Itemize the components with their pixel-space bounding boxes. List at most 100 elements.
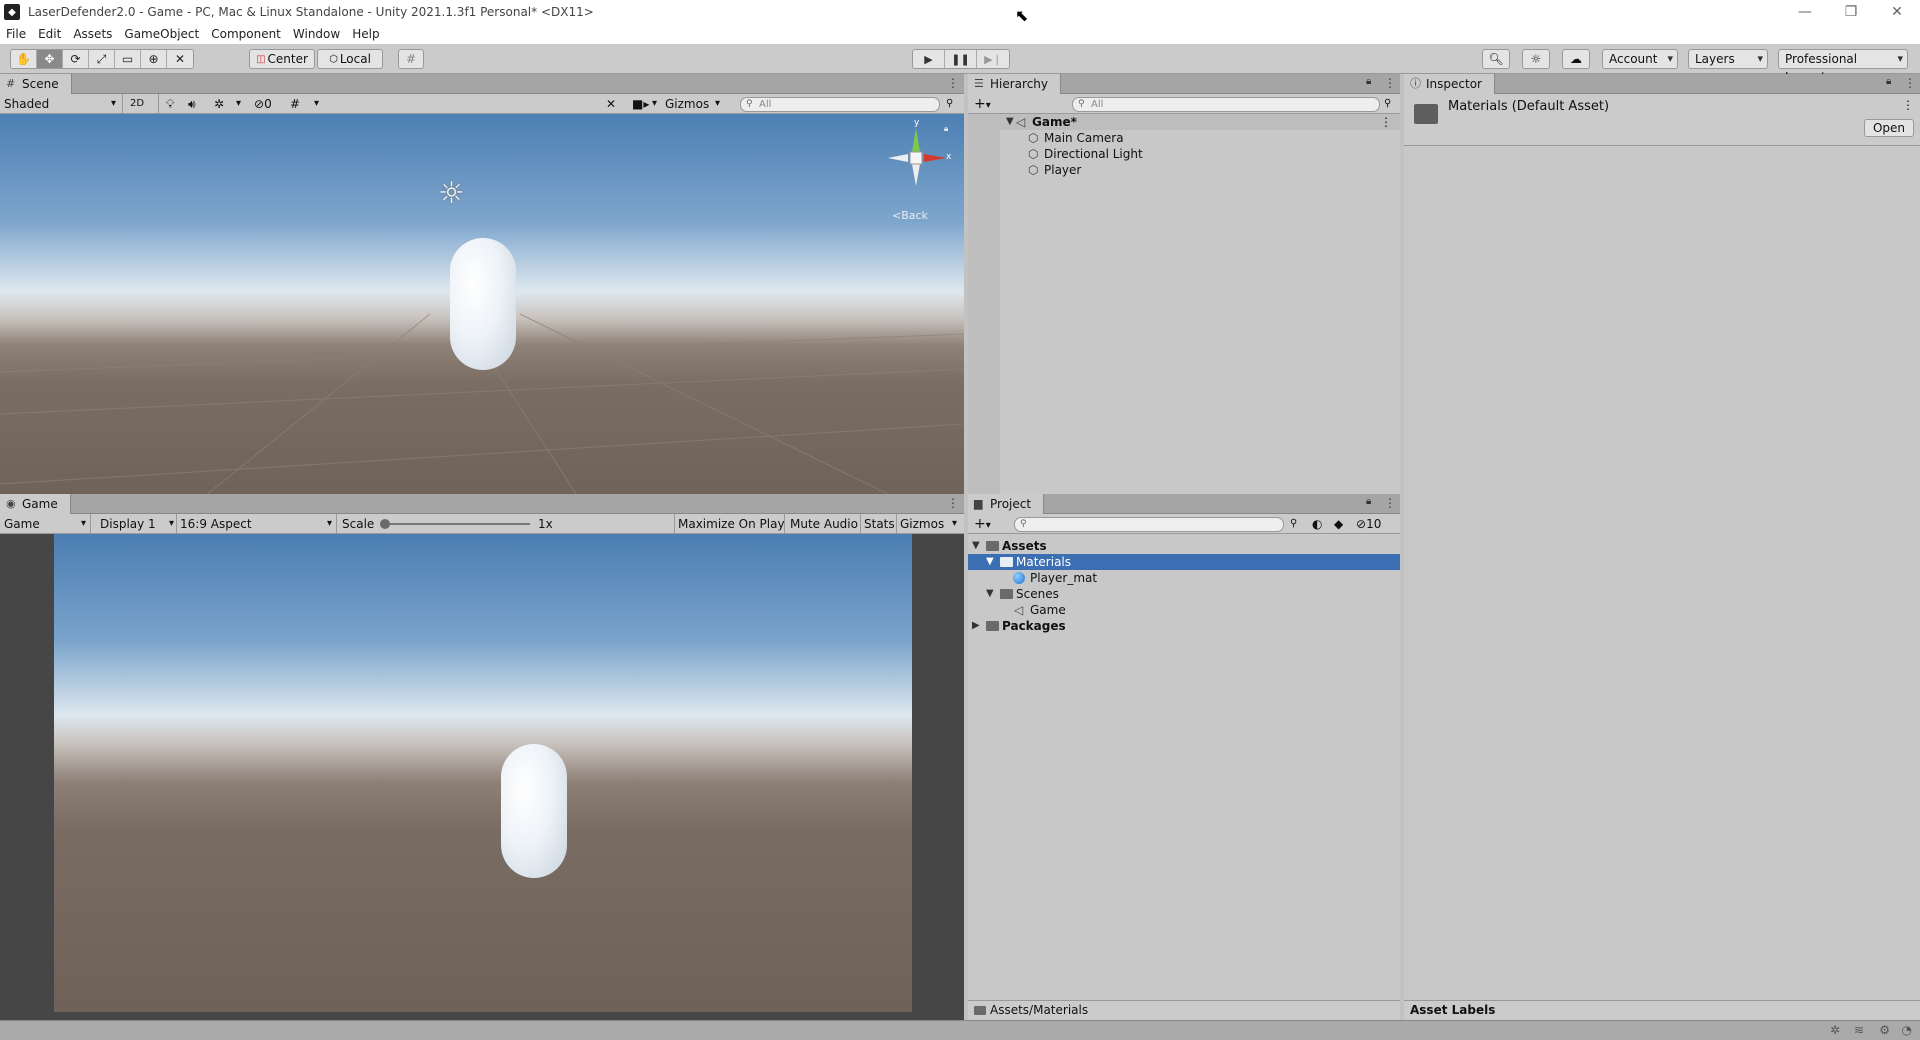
scene-menu-icon[interactable]: ⋮ (947, 76, 959, 90)
layers-status-icon[interactable]: ≋ (1854, 1023, 1864, 1037)
menu-edit[interactable]: Edit (32, 24, 67, 44)
camera-icon[interactable]: ■▸ (632, 95, 649, 113)
hand-tool-icon[interactable]: ✋ (11, 50, 37, 68)
rect-tool-icon[interactable]: ▭ (115, 50, 141, 68)
tree-item-player-mat[interactable]: Player_mat (968, 570, 1400, 586)
mute-audio-toggle[interactable]: Mute Audio (790, 515, 858, 533)
project-search-input[interactable]: ⚲ (1014, 517, 1284, 532)
display-dropdown[interactable]: Display 1 ▾ (100, 515, 174, 533)
effects-toggle-icon[interactable]: ✲ (214, 95, 224, 113)
expand-arrow-icon[interactable]: ▼ (986, 586, 994, 602)
gizmos-dropdown-icon[interactable]: ▾ (715, 95, 720, 113)
expand-arrow-icon[interactable]: ▼ (986, 554, 994, 570)
scene-gizmos-button[interactable]: Gizmos (665, 95, 709, 113)
layout-dropdown[interactable]: Professional Layout (1778, 49, 1908, 84)
scene-search-input[interactable]: ⚲ All (740, 97, 940, 112)
scene-options-icon[interactable]: ⋮ (1380, 114, 1392, 130)
tab-game[interactable]: ◉ Game (0, 494, 71, 515)
camera-dropdown-icon[interactable]: ▾ (652, 95, 657, 113)
grid-dropdown-icon[interactable]: ▾ (314, 95, 319, 113)
expand-arrow-icon[interactable]: ▼ (1006, 114, 1014, 130)
hierarchy-item[interactable]: ⬡ Main Camera (968, 130, 1400, 146)
gizmos-dropdown-icon[interactable]: ▾ (952, 515, 957, 533)
aspect-dropdown[interactable]: 16:9 Aspect ▾ (180, 515, 332, 533)
search-options-icon[interactable]: ⚲ (946, 95, 953, 113)
lock-icon[interactable]: 🔒︎ (1366, 496, 1371, 507)
custom-tool-icon[interactable]: ✕ (167, 50, 193, 68)
bug-report-icon[interactable]: ✲ (1830, 1023, 1840, 1037)
pivot-local-button[interactable]: ⬡ Local (317, 49, 383, 69)
grid-snap-button[interactable]: # (398, 49, 424, 69)
pause-icon[interactable]: ❚❚ (945, 50, 977, 68)
search-options-icon[interactable]: ⚲ (1290, 515, 1297, 533)
scene-viewport[interactable]: ☼ y x 🔒︎ <Back (0, 114, 964, 500)
game-gizmos-button[interactable]: Gizmos (900, 515, 944, 533)
tab-project[interactable]: ▆ Project (968, 494, 1045, 515)
move-tool-icon[interactable]: ✥ (37, 50, 63, 68)
directional-light-icon[interactable]: ☼ (438, 176, 465, 211)
player-capsule[interactable] (450, 238, 516, 370)
hidden-packages-toggle[interactable]: ⊘10 (1356, 515, 1381, 533)
scene-root-row[interactable]: ▼ ◁ Game* ⋮ (968, 114, 1400, 130)
layers-dropdown[interactable]: Layers (1688, 49, 1768, 69)
collapse-arrow-icon[interactable]: ▶ (972, 618, 980, 634)
audio-toggle-icon[interactable]: 🔊︎ (188, 95, 196, 113)
pivot-center-button[interactable]: ◫ Center (249, 49, 315, 69)
stats-toggle[interactable]: Stats (864, 515, 895, 533)
inspector-menu-icon[interactable]: ⋮ (1904, 76, 1916, 90)
search-options-icon[interactable]: ⚲ (1384, 95, 1391, 113)
scale-slider[interactable] (380, 519, 530, 529)
lock-icon[interactable]: 🔒︎ (1886, 76, 1891, 87)
menu-help[interactable]: Help (346, 24, 385, 44)
maximize-on-play-toggle[interactable]: Maximize On Play (678, 515, 785, 533)
back-view-label[interactable]: <Back (892, 209, 928, 222)
lighting-toggle-icon[interactable]: 💡︎ (166, 95, 174, 113)
game-menu-icon[interactable]: ⋮ (947, 496, 959, 510)
hierarchy-item[interactable]: ⬡ Directional Light (968, 146, 1400, 162)
scene-orientation-gizmo[interactable]: y x 🔒︎ (880, 118, 960, 204)
restore-button[interactable]: ❐ (1828, 0, 1874, 24)
grid-toggle-icon[interactable]: # (290, 95, 300, 113)
play-icon[interactable]: ▶ (913, 50, 945, 68)
hierarchy-item[interactable]: ⬡ Player (968, 162, 1400, 178)
tab-hierarchy[interactable]: ☰ Hierarchy (968, 74, 1062, 95)
auto-generate-icon[interactable]: ⚙ (1879, 1023, 1890, 1037)
search-button[interactable]: 🔍︎ (1482, 49, 1510, 69)
game-view-dropdown[interactable]: Game ▾ (4, 515, 88, 533)
effects-dropdown-icon[interactable]: ▾ (236, 95, 241, 113)
hidden-objects-toggle[interactable]: ⊘0 (254, 95, 272, 113)
services-button[interactable]: ☼ (1522, 49, 1550, 69)
create-asset-button[interactable]: +▾ (974, 515, 991, 533)
transform-tool-icon[interactable]: ⊕ (141, 50, 167, 68)
create-button[interactable]: +▾ (974, 95, 991, 113)
filter-by-label-icon[interactable]: ◆ (1334, 515, 1343, 533)
shading-mode-dropdown[interactable]: Shaded ▾ (4, 95, 120, 113)
hierarchy-menu-icon[interactable]: ⋮ (1384, 76, 1396, 90)
tree-item-assets[interactable]: ▼ Assets (968, 538, 1400, 554)
open-button[interactable]: Open (1863, 119, 1914, 137)
rotate-tool-icon[interactable]: ⟳ (63, 50, 89, 68)
inspector-options-icon[interactable]: ⋮ (1902, 98, 1914, 112)
menu-gameobject[interactable]: GameObject (118, 24, 205, 44)
menu-component[interactable]: Component (205, 24, 287, 44)
minimize-button[interactable]: — (1782, 0, 1828, 24)
tree-item-materials[interactable]: ▼ Materials (968, 554, 1400, 570)
project-breadcrumb[interactable]: Assets/Materials (990, 1003, 1088, 1017)
step-icon[interactable]: ▶❘ (977, 50, 1009, 68)
expand-arrow-icon[interactable]: ▼ (972, 538, 980, 554)
scale-tool-icon[interactable]: ⤢ (89, 50, 115, 68)
project-menu-icon[interactable]: ⋮ (1384, 496, 1396, 510)
tab-scene[interactable]: # Scene (0, 74, 72, 95)
game-viewport[interactable] (54, 534, 912, 1012)
lock-icon[interactable]: 🔒︎ (1366, 76, 1371, 87)
account-dropdown[interactable]: Account (1602, 49, 1678, 69)
progress-icon[interactable]: ◔ (1902, 1023, 1912, 1037)
close-button[interactable]: ✕ (1874, 0, 1920, 24)
menu-assets[interactable]: Assets (67, 24, 118, 44)
tree-item-game-scene[interactable]: ◁ Game (968, 602, 1400, 618)
hierarchy-search-input[interactable]: ⚲ All (1072, 97, 1380, 112)
menu-window[interactable]: Window (287, 24, 346, 44)
filter-by-type-icon[interactable]: ◐ (1312, 515, 1322, 533)
tree-item-packages[interactable]: ▶ Packages (968, 618, 1400, 634)
2d-toggle[interactable]: 2D (130, 95, 144, 113)
